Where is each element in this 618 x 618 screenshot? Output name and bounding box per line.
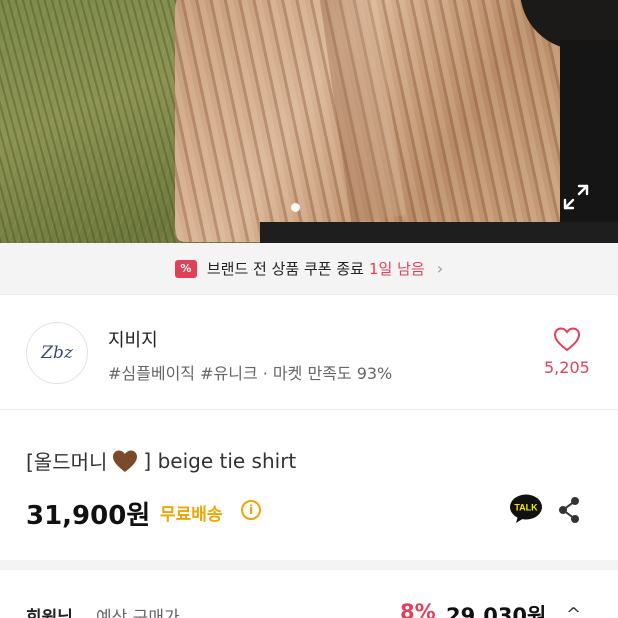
info-icon[interactable]: i — [241, 500, 261, 520]
expand-icon[interactable] — [562, 183, 590, 211]
member-price: 29,030원 — [446, 604, 547, 618]
product-title-suffix: ] beige tie shirt — [143, 448, 297, 473]
section-divider — [0, 560, 618, 570]
shirt-hem-shadow — [260, 222, 618, 243]
brand-row[interactable]: Zbz 지비지 #심플베이직 #유니크 · 마켓 만족도 93% — [0, 296, 618, 410]
chevron-up-icon[interactable]: ^ — [566, 604, 581, 618]
brand-logo[interactable]: Zbz — [26, 322, 88, 384]
coupon-banner-text: 브랜드 전 상품 쿠폰 종료 — [206, 260, 364, 278]
brown-heart-icon — [113, 450, 138, 472]
product-title-prefix: [올드머니 — [26, 450, 108, 474]
coupon-remaining-days: 1일 남음 — [369, 260, 425, 278]
coupon-icon: % — [174, 259, 197, 278]
member-discount: 8% — [400, 600, 436, 618]
talk-label: TALK — [514, 503, 538, 513]
like-count: 5,205 — [544, 358, 590, 377]
kakao-talk-icon[interactable]: TALK — [509, 494, 543, 524]
free-shipping-label: 무료배송 — [160, 505, 223, 525]
product-price: 31,900원 — [26, 501, 151, 531]
product-title: [올드머니 ] beige tie shirt — [26, 446, 296, 475]
member-price-label: 예상 구매가 — [96, 608, 180, 618]
member-label: 회원님 — [26, 608, 73, 618]
brand-name[interactable]: 지비지 — [108, 326, 158, 352]
chevron-right-icon: › — [436, 259, 444, 278]
share-icon[interactable] — [556, 496, 582, 524]
brand-tags: #심플베이직 #유니크 · 마켓 만족도 93% — [108, 364, 393, 383]
pants — [560, 40, 618, 243]
heart-icon[interactable] — [553, 326, 581, 352]
coupon-banner[interactable]: % 브랜드 전 상품 쿠폰 종료 1일 남음 › — [0, 243, 618, 295]
carousel-dot[interactable] — [291, 203, 300, 212]
product-image[interactable] — [0, 0, 618, 243]
